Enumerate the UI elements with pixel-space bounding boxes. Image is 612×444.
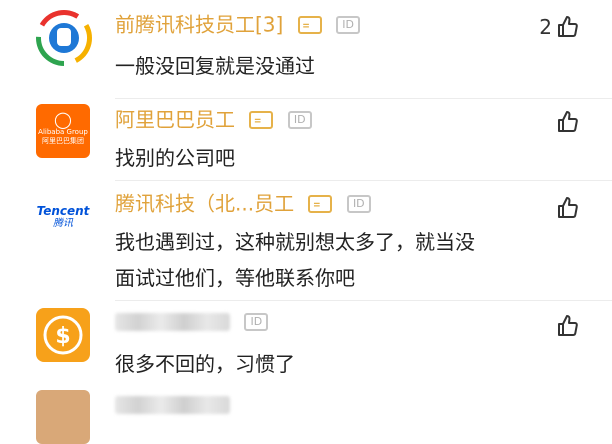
comment-line: 我也遇到过，这种就别想太多了，就当没: [115, 230, 475, 254]
tencent-logo-text: Tencent: [36, 204, 90, 218]
avatar[interactable]: $: [36, 308, 90, 362]
username-text: 腾讯科技（北...员工: [115, 191, 295, 216]
svg-text:$: $: [55, 324, 70, 349]
comment-line: 找别的公司吧: [115, 146, 235, 170]
comment-text: 一般没回复就是没通过: [115, 48, 315, 84]
id-badge: ID: [346, 194, 371, 213]
comment-text: 找别的公司吧: [115, 140, 235, 176]
blurred-username: [115, 312, 230, 331]
alibaba-logo-icon: ◯ Alibaba Group 阿里巴巴集团: [36, 104, 90, 158]
id-badge: ID: [336, 15, 361, 34]
username-text: 前腾讯科技员工[3]: [115, 12, 284, 37]
like-button[interactable]: [552, 311, 580, 341]
comment-text: 很多不回的，习惯了: [115, 346, 295, 382]
avatar[interactable]: ◯ Alibaba Group 阿里巴巴集团: [36, 104, 90, 158]
blurred-username: [115, 395, 230, 414]
comment-line: 很多不回的，习惯了: [115, 352, 295, 376]
tencent-news-logo-icon: [36, 10, 92, 66]
username[interactable]: 腾讯科技（北...员工 = ID: [115, 187, 371, 217]
divider: [115, 180, 612, 181]
username[interactable]: 阿里巴巴员工 = ID: [115, 103, 312, 133]
alibaba-logo-subtext: 阿里巴巴集团: [42, 137, 84, 145]
comment-line: 一般没回复就是没通过: [115, 54, 315, 78]
verified-badge-icon: =: [297, 15, 322, 34]
like-count: 2: [539, 15, 552, 39]
username[interactable]: ID: [115, 305, 269, 335]
username[interactable]: 前腾讯科技员工[3] = ID: [115, 8, 361, 38]
thumbs-up-icon: [558, 16, 578, 37]
like-button[interactable]: 2: [539, 12, 580, 42]
id-badge: ID: [244, 312, 269, 331]
username[interactable]: [115, 388, 230, 418]
avatar[interactable]: [36, 390, 90, 444]
comment-line: 面试过他们，等他联系你吧: [115, 266, 355, 290]
tencent-logo-subtext: 腾讯: [53, 218, 73, 229]
comment-text: 我也遇到过，这种就别想太多了，就当没 面试过他们，等他联系你吧: [115, 224, 475, 296]
thumbs-up-icon: [558, 111, 578, 132]
verified-badge-icon: =: [249, 110, 274, 129]
avatar[interactable]: [36, 10, 92, 66]
divider: [115, 300, 612, 301]
verified-badge-icon: =: [308, 194, 333, 213]
divider: [115, 98, 612, 99]
id-badge: ID: [287, 110, 312, 129]
tencent-logo-icon: Tencent 腾讯: [36, 190, 90, 244]
alibaba-logo-text: Alibaba Group: [38, 128, 88, 136]
avatar[interactable]: Tencent 腾讯: [36, 190, 90, 244]
thumbs-up-icon: [558, 315, 578, 336]
username-text: 阿里巴巴员工: [115, 107, 235, 132]
like-button[interactable]: [552, 107, 580, 137]
like-button[interactable]: [552, 193, 580, 223]
dollar-coin-icon: $: [43, 315, 83, 355]
thumbs-up-icon: [558, 197, 578, 218]
